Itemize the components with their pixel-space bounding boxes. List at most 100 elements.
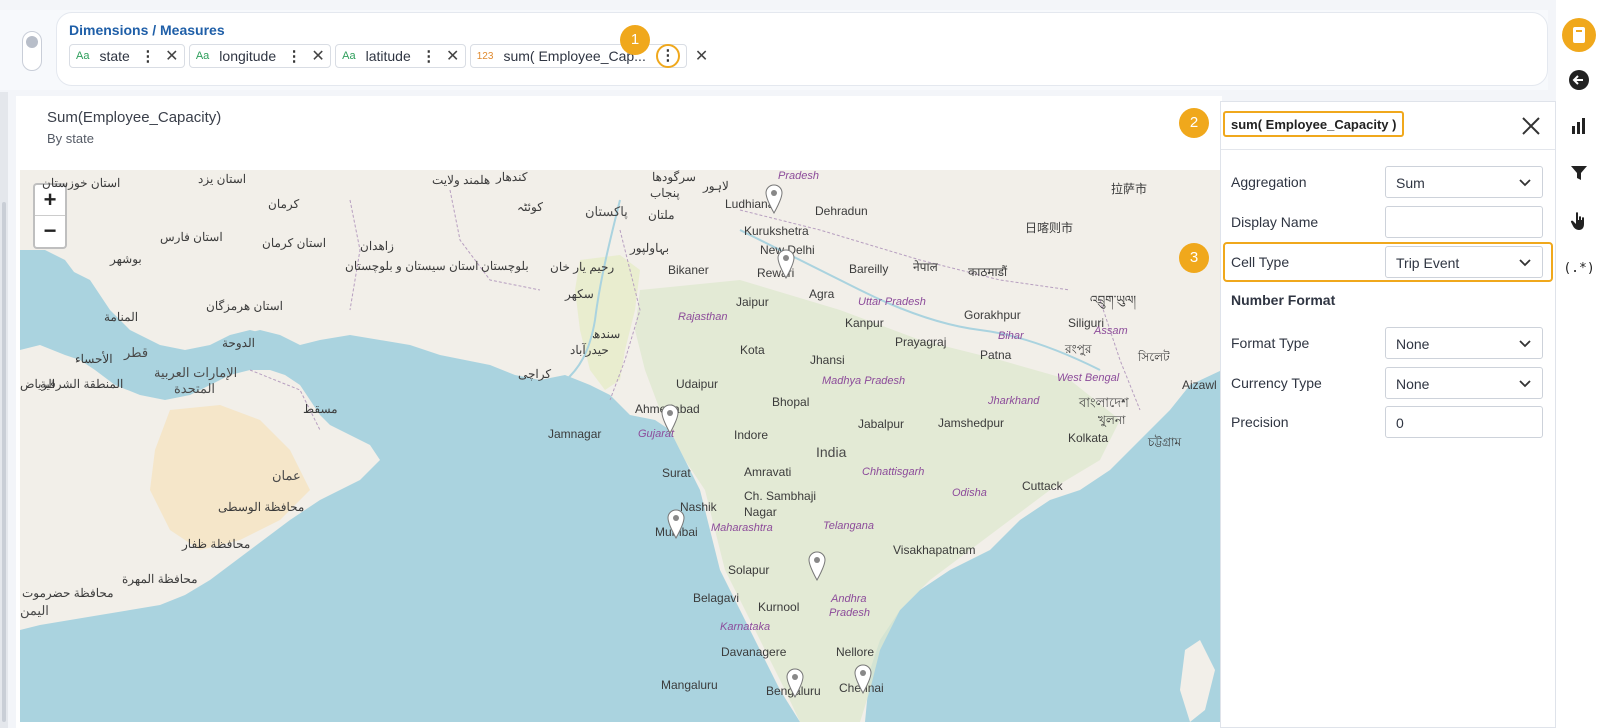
right-icon-rail: (.*)	[1556, 0, 1602, 728]
map-label: Gorakhpur	[964, 308, 1021, 322]
map-label: پنجاب	[650, 186, 680, 200]
measure-properties-panel: sum( Employee_Capacity ) Aggregation Sum…	[1220, 101, 1556, 728]
format-type-value: None	[1396, 336, 1430, 352]
properties-icon[interactable]	[1562, 18, 1596, 52]
map-label: Jharkhand	[988, 395, 1040, 407]
cell-type-select[interactable]: Trip Event	[1385, 246, 1543, 278]
map-label: Kota	[740, 343, 765, 357]
map-label: پاکستان	[585, 204, 628, 219]
precision-input[interactable]: 0	[1385, 406, 1543, 438]
map-pin[interactable]	[854, 664, 872, 694]
map-label: بہاولپور	[630, 241, 670, 255]
map-label: Belagavi	[693, 591, 740, 605]
map-label: محافظة المهرة	[122, 572, 198, 586]
map-label: Pradesh	[829, 607, 870, 619]
kebab-menu-icon[interactable]: ⋮	[140, 47, 156, 65]
map-label: Jaipur	[736, 295, 769, 309]
map-base	[20, 170, 1222, 722]
dimensions-measures-box: Dimensions / Measures Aa state ⋮ ✕ Aa lo…	[56, 12, 1548, 86]
chevron-down-icon	[1519, 380, 1531, 388]
map-label: استان کرمان	[262, 236, 327, 250]
number-format-heading: Number Format	[1231, 292, 1336, 308]
cell-type-label: Cell Type	[1231, 254, 1290, 270]
map-label: Rajasthan	[678, 311, 728, 323]
chip-sum-employee-capacity[interactable]: 123 sum( Employee_Cap... ⋮	[469, 44, 687, 68]
map-label: সিলেট	[1138, 350, 1170, 364]
map-label: حیدرآباد	[570, 343, 609, 357]
map-label: قطر	[124, 345, 149, 360]
step-badge-3: 3	[1179, 243, 1209, 273]
map-label: খুলনা	[1098, 413, 1126, 427]
map-pin[interactable]	[765, 184, 783, 214]
close-icon[interactable]	[1519, 114, 1543, 138]
map-label: هلمند ولایت	[432, 173, 491, 187]
chip-label: latitude	[365, 48, 411, 64]
map-label: Nellore	[836, 645, 875, 659]
chip-longitude[interactable]: Aa longitude ⋮ ✕	[188, 44, 332, 68]
map-label: سرگودھا	[652, 170, 696, 184]
map-label: Kolkata	[1068, 431, 1109, 445]
cell-type-value: Trip Event	[1396, 255, 1460, 271]
number-type-icon: 123	[476, 50, 494, 62]
chevron-down-icon	[1519, 179, 1531, 187]
map-label: الأحساء	[75, 352, 113, 366]
map-pin[interactable]	[808, 551, 826, 581]
map-label: Surat	[662, 466, 691, 480]
map-label: 日喀则市	[1025, 221, 1074, 235]
map-label: Visakhapatnam	[893, 543, 976, 557]
map-label: کندهار	[496, 170, 528, 184]
map-view[interactable]: + − Ludhiana Dehradun Kurukshetra New De…	[20, 170, 1222, 722]
map-pin[interactable]	[661, 404, 679, 434]
map-label: Ch. Sambhaji	[744, 489, 817, 503]
zoom-out-button[interactable]: −	[35, 216, 65, 247]
aggregation-select[interactable]: Sum	[1385, 166, 1543, 198]
kebab-menu-icon[interactable]: ⋮	[286, 47, 302, 65]
aggregation-value: Sum	[1396, 175, 1425, 191]
map-label: Chhattisgarh	[862, 466, 925, 478]
zoom-control: + −	[33, 183, 67, 249]
map-pin[interactable]	[667, 509, 685, 539]
map-label: Dehradun	[815, 204, 868, 218]
map-label: চট্টগ্রাম	[1148, 435, 1182, 449]
format-type-select[interactable]: None	[1385, 327, 1543, 359]
display-name-input[interactable]	[1385, 206, 1543, 238]
format-type-row: Format Type None	[1229, 327, 1551, 359]
bar-chart-icon[interactable]	[1562, 109, 1596, 143]
step-badge-1: 1	[620, 25, 650, 55]
map-label: འབྲུག་ཡུལ།	[1090, 293, 1137, 307]
map-label: Pradesh	[778, 170, 819, 182]
regex-icon[interactable]: (.*)	[1562, 251, 1596, 285]
back-arrow-icon[interactable]	[1562, 63, 1596, 97]
scrollbar[interactable]	[2, 202, 6, 722]
kebab-menu-icon[interactable]: ⋮	[421, 47, 437, 65]
map-pin[interactable]	[777, 249, 795, 279]
map-label: سکھر	[565, 287, 594, 301]
map-label: 拉萨市	[1111, 182, 1148, 196]
map-label: नेपाल	[913, 260, 938, 274]
panel-toggle[interactable]	[22, 31, 42, 71]
map-label: Indore	[734, 428, 769, 442]
remove-icon[interactable]: ✕	[695, 46, 708, 66]
kebab-menu-icon[interactable]: ⋮	[655, 44, 680, 68]
remove-icon[interactable]: ✕	[445, 46, 461, 66]
cell-type-row: Cell Type Trip Event	[1223, 242, 1553, 282]
chip-latitude[interactable]: Aa latitude ⋮ ✕	[335, 44, 466, 68]
remove-icon[interactable]: ✕	[164, 46, 180, 66]
interaction-hand-icon[interactable]	[1562, 204, 1596, 238]
map-label: Telangana	[823, 520, 874, 532]
chip-state[interactable]: Aa state ⋮ ✕	[69, 44, 185, 68]
text-type-icon: Aa	[342, 50, 356, 62]
panel-header: sum( Employee_Capacity )	[1221, 102, 1555, 150]
remove-icon[interactable]: ✕	[310, 46, 326, 66]
chip-list: Aa state ⋮ ✕ Aa longitude ⋮ ✕ Aa latitud…	[69, 44, 708, 68]
currency-type-row: Currency Type None	[1229, 367, 1551, 399]
filter-icon[interactable]	[1562, 156, 1596, 190]
map-label: Cuttack	[1022, 479, 1063, 493]
map-label: اليمن	[20, 603, 49, 618]
currency-type-select[interactable]: None	[1385, 367, 1543, 399]
map-label: Jamnagar	[548, 427, 602, 441]
map-label: Prayagraj	[895, 335, 947, 349]
map-pin[interactable]	[786, 668, 804, 698]
map-label: Maharashtra	[711, 522, 773, 534]
chip-label: longitude	[219, 48, 277, 64]
